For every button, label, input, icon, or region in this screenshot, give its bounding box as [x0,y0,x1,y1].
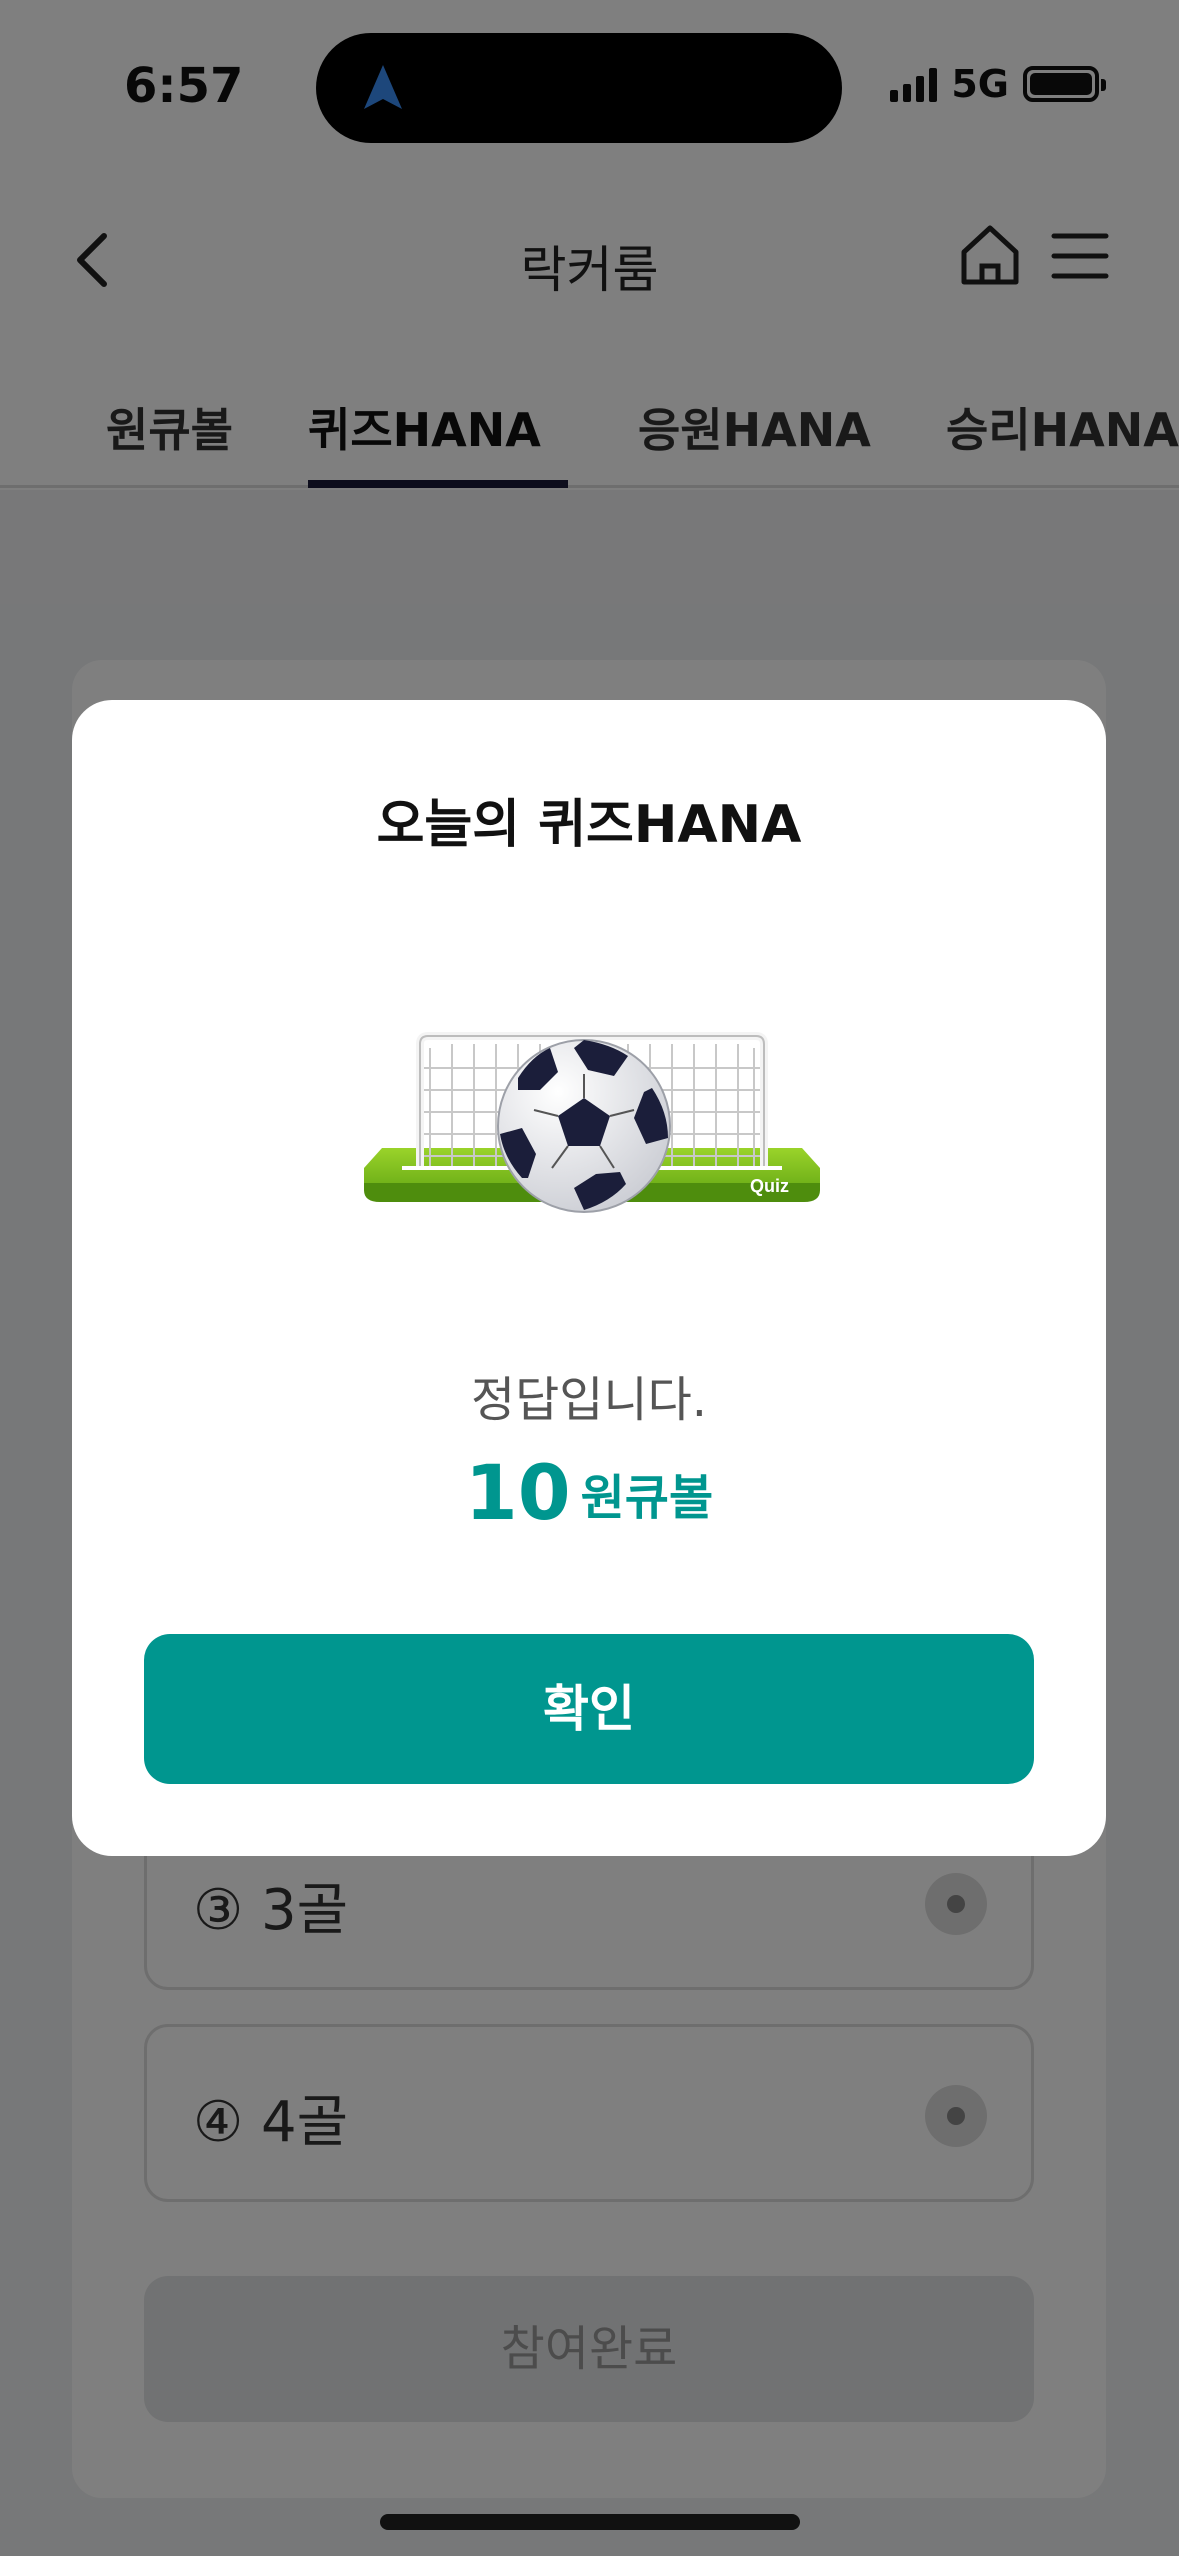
quiz-badge-label: Quiz [750,1176,789,1196]
reward-unit: 원큐볼 [580,1469,714,1526]
soccer-goal-icon: Quiz [364,1032,820,1213]
result-message: 정답입니다. [470,1372,708,1428]
confirm-button[interactable]: 확인 [144,1634,1034,1784]
reward-amount-row: 10 원큐볼 [72,1448,1106,1537]
modal-title: 오늘의 퀴즈HANA [376,795,802,855]
reward-amount: 10 [464,1448,571,1537]
quiz-result-modal: 오늘의 퀴즈HANA Quiz 정답입니다. 10 원큐볼 확인 [72,700,1106,1856]
home-indicator[interactable] [380,2514,800,2530]
